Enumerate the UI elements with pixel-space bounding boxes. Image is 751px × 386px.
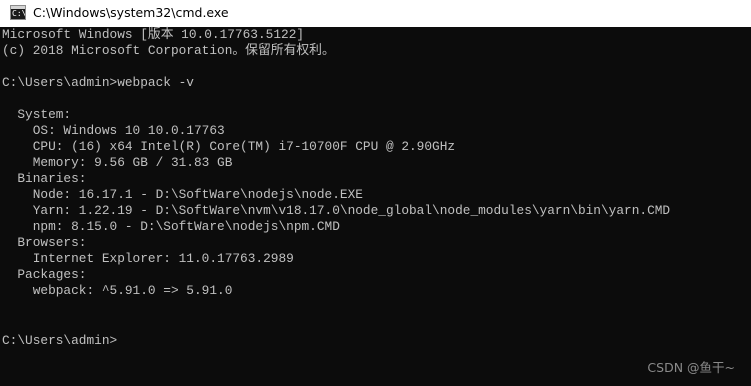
console-line: Memory: 9.56 GB / 31.83 GB: [2, 155, 233, 170]
console-output[interactable]: Microsoft Windows [版本 10.0.17763.5122] (…: [0, 27, 751, 386]
title-bar[interactable]: C:\ C:\Windows\system32\cmd.exe: [0, 0, 751, 27]
cmd-window: C:\ C:\Windows\system32\cmd.exe Microsof…: [0, 0, 751, 386]
console-line: npm: 8.15.0 - D:\SoftWare\nodejs\npm.CMD: [2, 219, 340, 234]
console-line: Packages:: [2, 267, 87, 282]
console-line: Browsers:: [2, 235, 87, 250]
console-line: Yarn: 1.22.19 - D:\SoftWare\nvm\v18.17.0…: [2, 203, 671, 218]
console-line: webpack: ^5.91.0 => 5.91.0: [2, 283, 233, 298]
console-line: C:\Users\admin>webpack -v: [2, 75, 194, 90]
console-line: Binaries:: [2, 171, 87, 186]
cmd-icon[interactable]: C:\: [10, 5, 26, 20]
console-line: OS: Windows 10 10.0.17763: [2, 123, 225, 138]
console-line: (c) 2018 Microsoft Corporation。保留所有权利。: [2, 43, 335, 58]
console-line: Microsoft Windows [版本 10.0.17763.5122]: [2, 27, 305, 42]
console-line: Node: 16.17.1 - D:\SoftWare\nodejs\node.…: [2, 187, 363, 202]
console-line: CPU: (16) x64 Intel(R) Core(TM) i7-10700…: [2, 139, 456, 154]
csdn-watermark: CSDN @鱼干~: [647, 360, 735, 375]
console-line: System:: [2, 107, 72, 122]
console-line: Internet Explorer: 11.0.17763.2989: [2, 251, 294, 266]
command-prompt[interactable]: C:\Users\admin>: [2, 333, 117, 349]
window-title: C:\Windows\system32\cmd.exe: [33, 5, 229, 20]
